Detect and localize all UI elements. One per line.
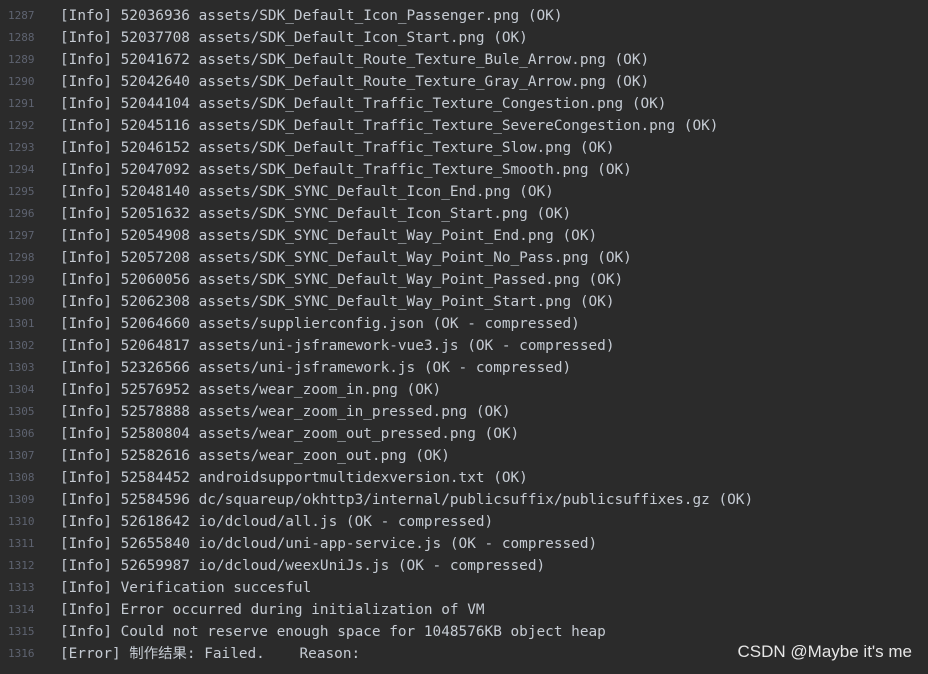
log-text: [Info] 52326566 assets/uni-jsframework.j… (60, 360, 572, 376)
log-line: 1295 [Info] 52048140 assets/SDK_SYNC_Defa… (0, 181, 928, 203)
log-text: [Info] 52036936 assets/SDK_Default_Icon_… (60, 8, 563, 24)
log-text: [Info] 52046152 assets/SDK_Default_Traff… (60, 140, 615, 156)
log-text-error: [Error] 制作结果: Failed. Reason: (60, 646, 361, 662)
log-text: [Info] 52618642 io/dcloud/all.js (OK - c… (60, 514, 494, 530)
log-text: [Info] Verification succesful (60, 580, 312, 596)
log-line: 1315 [Info] Could not reserve enough spac… (0, 621, 928, 643)
log-line: 1288 [Info] 52037708 assets/SDK_Default_I… (0, 27, 928, 49)
log-text: [Info] Could not reserve enough space fo… (60, 624, 606, 640)
line-number: 1298 (8, 251, 35, 264)
log-line: 1311 [Info] 52655840 io/dcloud/uni-app-se… (0, 533, 928, 555)
log-list: 1287 [Info] 52036936 assets/SDK_Default_I… (0, 5, 928, 665)
log-text: [Info] 52064817 assets/uni-jsframework-v… (60, 338, 615, 354)
log-line: 1309 [Info] 52584596 dc/squareup/okhttp3/… (0, 489, 928, 511)
line-number: 1303 (8, 361, 35, 374)
line-number: 1311 (8, 537, 35, 550)
log-line: 1292 [Info] 52045116 assets/SDK_Default_T… (0, 115, 928, 137)
log-text: [Info] 52054908 assets/SDK_SYNC_Default_… (60, 228, 598, 244)
log-text: [Info] 52064660 assets/supplierconfig.js… (60, 316, 580, 332)
line-number: 1295 (8, 185, 35, 198)
log-line: 1300 [Info] 52062308 assets/SDK_SYNC_Defa… (0, 291, 928, 313)
line-number: 1313 (8, 581, 35, 594)
log-text: [Info] 52060056 assets/SDK_SYNC_Default_… (60, 272, 624, 288)
line-number: 1290 (8, 75, 35, 88)
line-number: 1299 (8, 273, 35, 286)
log-text: [Info] 52578888 assets/wear_zoom_in_pres… (60, 404, 511, 420)
log-text: [Info] 52042640 assets/SDK_Default_Route… (60, 74, 650, 90)
log-line: 1301 [Info] 52064660 assets/supplierconfi… (0, 313, 928, 335)
log-line: 1305 [Info] 52578888 assets/wear_zoom_in_… (0, 401, 928, 423)
log-line: 1289 [Info] 52041672 assets/SDK_Default_R… (0, 49, 928, 71)
line-number: 1306 (8, 427, 35, 440)
log-text: [Info] 52655840 io/dcloud/uni-app-servic… (60, 536, 598, 552)
log-text: [Info] 52037708 assets/SDK_Default_Icon_… (60, 30, 528, 46)
line-number: 1309 (8, 493, 35, 506)
log-text: [Info] 52062308 assets/SDK_SYNC_Default_… (60, 294, 615, 310)
log-text: [Info] 52580804 assets/wear_zoom_out_pre… (60, 426, 520, 442)
log-text: [Info] 52051632 assets/SDK_SYNC_Default_… (60, 206, 572, 222)
line-number: 1288 (8, 31, 35, 44)
log-console: 1287 [Info] 52036936 assets/SDK_Default_I… (0, 0, 928, 674)
line-number: 1307 (8, 449, 35, 462)
line-number: 1292 (8, 119, 35, 132)
log-line: 1297 [Info] 52054908 assets/SDK_SYNC_Defa… (0, 225, 928, 247)
line-number: 1301 (8, 317, 35, 330)
line-number: 1314 (8, 603, 35, 616)
log-text: [Info] 52584452 androidsupportmultidexve… (60, 470, 528, 486)
log-line: 1296 [Info] 52051632 assets/SDK_SYNC_Defa… (0, 203, 928, 225)
line-number: 1302 (8, 339, 35, 352)
log-text: [Info] 52041672 assets/SDK_Default_Route… (60, 52, 650, 68)
log-text: [Info] 52057208 assets/SDK_SYNC_Default_… (60, 250, 632, 266)
log-line: 1304 [Info] 52576952 assets/wear_zoom_in.… (0, 379, 928, 401)
log-line: 1293 [Info] 52046152 assets/SDK_Default_T… (0, 137, 928, 159)
line-number: 1291 (8, 97, 35, 110)
line-number: 1296 (8, 207, 35, 220)
log-line: 1290 [Info] 52042640 assets/SDK_Default_R… (0, 71, 928, 93)
line-number: 1287 (8, 9, 35, 22)
line-number: 1315 (8, 625, 35, 638)
line-number: 1294 (8, 163, 35, 176)
line-number: 1297 (8, 229, 35, 242)
log-line: 1308 [Info] 52584452 androidsupportmultid… (0, 467, 928, 489)
line-number: 1310 (8, 515, 35, 528)
log-line: 1302 [Info] 52064817 assets/uni-jsframewo… (0, 335, 928, 357)
log-line: 1313 [Info] Verification succesful (0, 577, 928, 599)
log-text: [Info] 52045116 assets/SDK_Default_Traff… (60, 118, 719, 134)
log-text: [Info] 52048140 assets/SDK_SYNC_Default_… (60, 184, 554, 200)
line-number: 1304 (8, 383, 35, 396)
log-text: [Info] 52044104 assets/SDK_Default_Traff… (60, 96, 667, 112)
log-line: 1312 [Info] 52659987 io/dcloud/weexUniJs.… (0, 555, 928, 577)
line-number: 1293 (8, 141, 35, 154)
line-number: 1305 (8, 405, 35, 418)
log-line: 1310 [Info] 52618642 io/dcloud/all.js (OK… (0, 511, 928, 533)
log-line: 1299 [Info] 52060056 assets/SDK_SYNC_Defa… (0, 269, 928, 291)
log-line: 1294 [Info] 52047092 assets/SDK_Default_T… (0, 159, 928, 181)
line-number: 1308 (8, 471, 35, 484)
log-line: 1306 [Info] 52580804 assets/wear_zoom_out… (0, 423, 928, 445)
line-number: 1316 (8, 647, 35, 660)
log-line: 1298 [Info] 52057208 assets/SDK_SYNC_Defa… (0, 247, 928, 269)
log-text: [Info] 52582616 assets/wear_zoon_out.png… (60, 448, 450, 464)
log-line: 1291 [Info] 52044104 assets/SDK_Default_T… (0, 93, 928, 115)
log-line: 1307 [Info] 52582616 assets/wear_zoon_out… (0, 445, 928, 467)
log-text: [Info] Error occurred during initializat… (60, 602, 485, 618)
line-number: 1300 (8, 295, 35, 308)
log-text: [Info] 52047092 assets/SDK_Default_Traff… (60, 162, 632, 178)
log-text: [Info] 52584596 dc/squareup/okhttp3/inte… (60, 492, 754, 508)
watermark: CSDN @Maybe it's me (737, 642, 912, 661)
log-line: 1303 [Info] 52326566 assets/uni-jsframewo… (0, 357, 928, 379)
log-line: 1287 [Info] 52036936 assets/SDK_Default_I… (0, 5, 928, 27)
line-number: 1312 (8, 559, 35, 572)
line-number: 1289 (8, 53, 35, 66)
log-line: 1314 [Info] Error occurred during initial… (0, 599, 928, 621)
log-text: [Info] 52659987 io/dcloud/weexUniJs.js (… (60, 558, 546, 574)
log-text: [Info] 52576952 assets/wear_zoom_in.png … (60, 382, 442, 398)
